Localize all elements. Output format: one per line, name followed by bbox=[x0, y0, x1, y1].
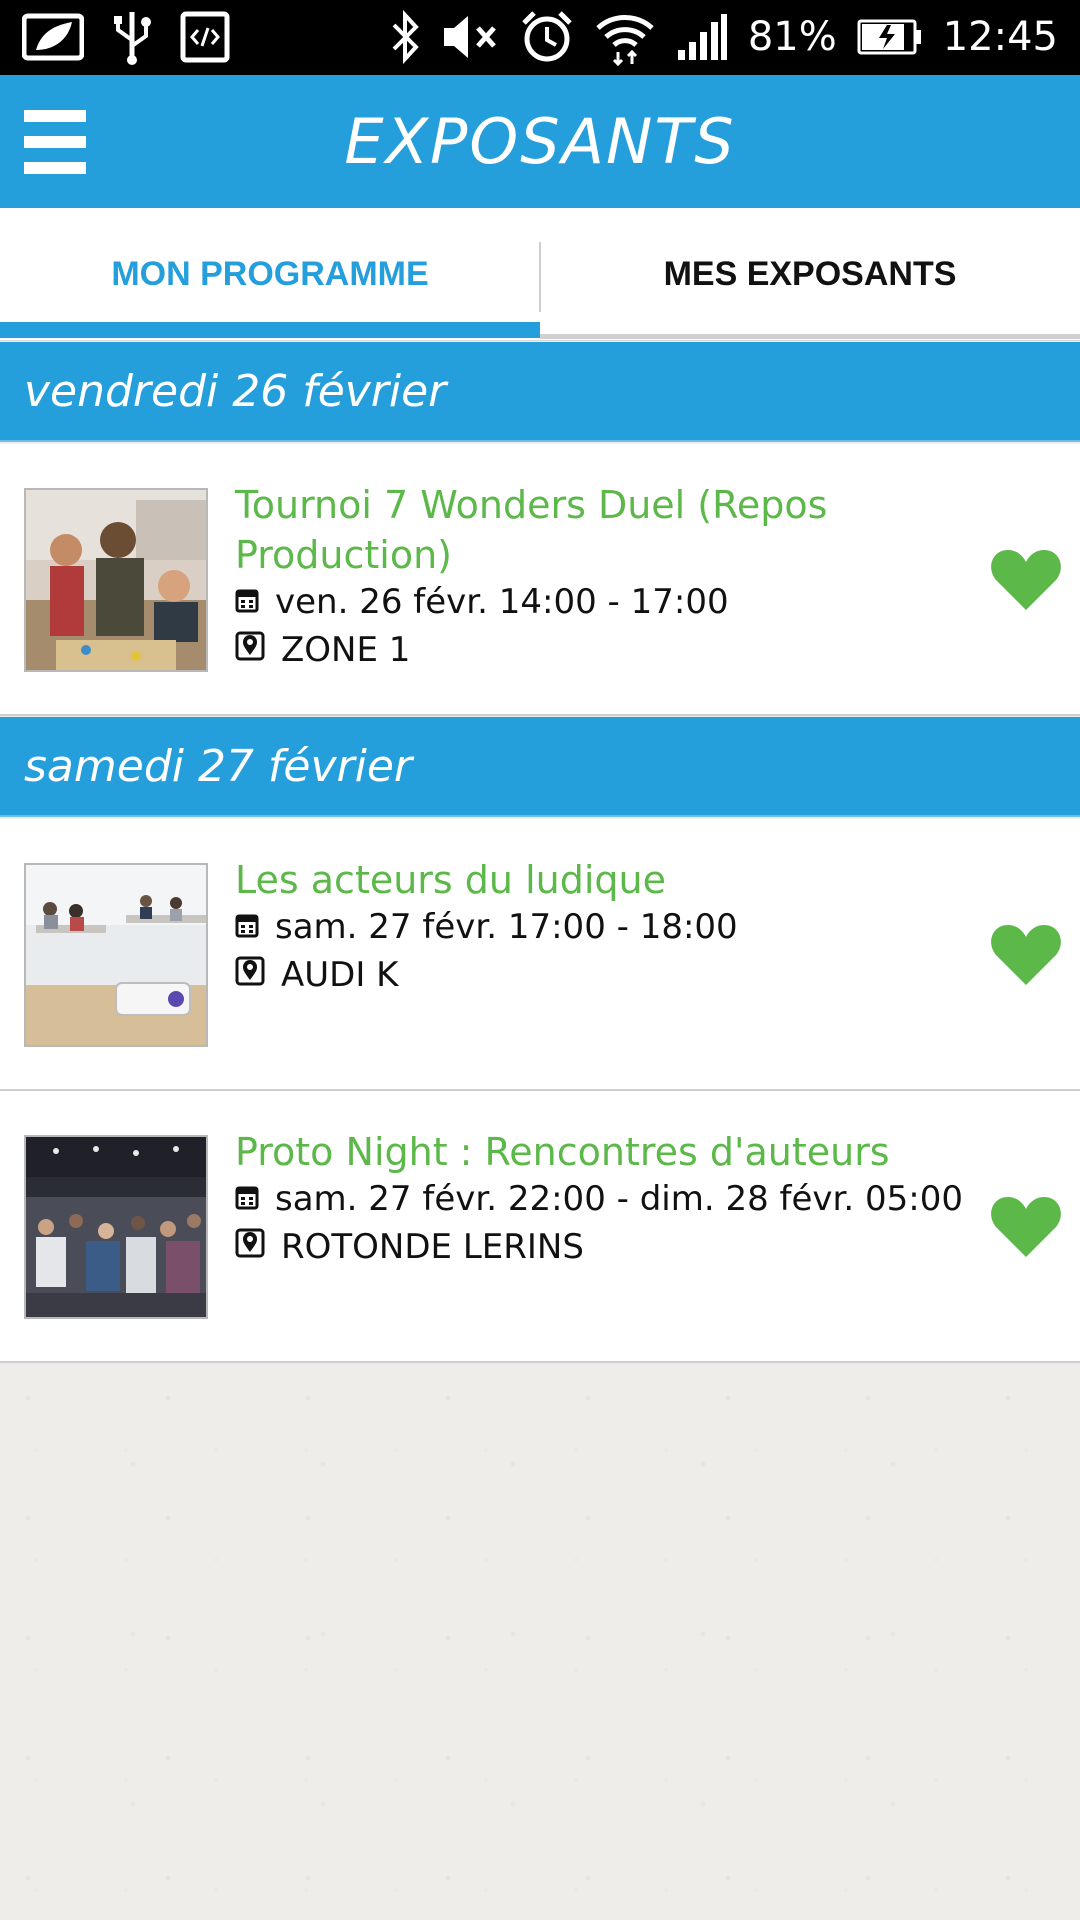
usb-icon bbox=[110, 10, 154, 66]
calendar-icon bbox=[235, 907, 259, 947]
signal-icon bbox=[676, 12, 728, 62]
tab-bar: MON PROGRAMME MES EXPOSANTS bbox=[0, 208, 1080, 341]
event-location-text: AUDI K bbox=[281, 955, 399, 995]
event-title: Les acteurs du ludique bbox=[235, 858, 666, 902]
event-datetime-text: sam. 27 févr. 17:00 - 18:00 bbox=[275, 907, 738, 947]
wifi-icon bbox=[594, 8, 656, 66]
map-pin-icon bbox=[235, 1227, 265, 1267]
paper-background bbox=[0, 1362, 1080, 1920]
event-datetime-text: ven. 26 févr. 14:00 - 17:00 bbox=[275, 582, 729, 622]
status-bar: 81% 12:45 bbox=[0, 0, 1080, 75]
event-datetime: sam. 27 févr. 22:00 - dim. 28 févr. 05:0… bbox=[235, 1179, 963, 1219]
event-location: AUDI K bbox=[235, 955, 398, 995]
event-title: Proto Night : Rencontres d'auteurs bbox=[235, 1130, 890, 1174]
event-thumbnail bbox=[24, 488, 208, 672]
event-row[interactable]: Tournoi 7 Wonders Duel (Repos Production… bbox=[0, 444, 1080, 716]
event-location-text: ROTONDE LERINS bbox=[281, 1227, 584, 1267]
code-icon bbox=[180, 10, 230, 66]
app-bar: EXPOSANTS bbox=[0, 75, 1080, 208]
alarm-icon bbox=[520, 9, 574, 65]
event-location-text: ZONE 1 bbox=[281, 630, 411, 670]
event-title: Tournoi 7 Wonders Duel (Repos Production… bbox=[235, 483, 828, 577]
event-location: ZONE 1 bbox=[235, 630, 410, 670]
bluetooth-icon bbox=[390, 9, 422, 65]
calendar-icon bbox=[235, 582, 259, 622]
event-thumbnail bbox=[24, 1135, 208, 1319]
map-pin-icon bbox=[235, 630, 265, 670]
event-row[interactable]: Les acteurs du ludique sam. 27 févr. 17:… bbox=[0, 819, 1080, 1091]
day-header: samedi 27 février bbox=[0, 717, 1080, 817]
tab-mon-programme[interactable]: MON PROGRAMME bbox=[0, 208, 540, 340]
event-datetime: sam. 27 févr. 17:00 - 18:00 bbox=[235, 907, 738, 947]
favorite-heart-icon[interactable] bbox=[990, 548, 1062, 612]
event-row[interactable]: Proto Night : Rencontres d'auteurs sam. … bbox=[0, 1091, 1080, 1363]
event-datetime: ven. 26 févr. 14:00 - 17:00 bbox=[235, 582, 729, 622]
leaf-icon bbox=[22, 10, 84, 66]
tab-mes-exposants[interactable]: MES EXPOSANTS bbox=[540, 208, 1080, 340]
day-header: vendredi 26 février bbox=[0, 342, 1080, 442]
mute-icon bbox=[442, 12, 500, 62]
active-tab-indicator bbox=[0, 322, 540, 338]
calendar-icon bbox=[235, 1179, 259, 1219]
inactive-tab-underline bbox=[540, 334, 1080, 339]
event-datetime-text: sam. 27 févr. 22:00 - dim. 28 févr. 05:0… bbox=[275, 1179, 964, 1219]
battery-percent: 81% bbox=[747, 14, 837, 60]
page-title: EXPOSANTS bbox=[344, 105, 736, 178]
map-pin-icon bbox=[235, 955, 265, 995]
battery-icon bbox=[857, 19, 923, 55]
event-location: ROTONDE LERINS bbox=[235, 1227, 584, 1267]
clock: 12:45 bbox=[942, 14, 1058, 60]
event-thumbnail bbox=[24, 863, 208, 1047]
favorite-heart-icon[interactable] bbox=[990, 923, 1062, 987]
favorite-heart-icon[interactable] bbox=[990, 1195, 1062, 1259]
